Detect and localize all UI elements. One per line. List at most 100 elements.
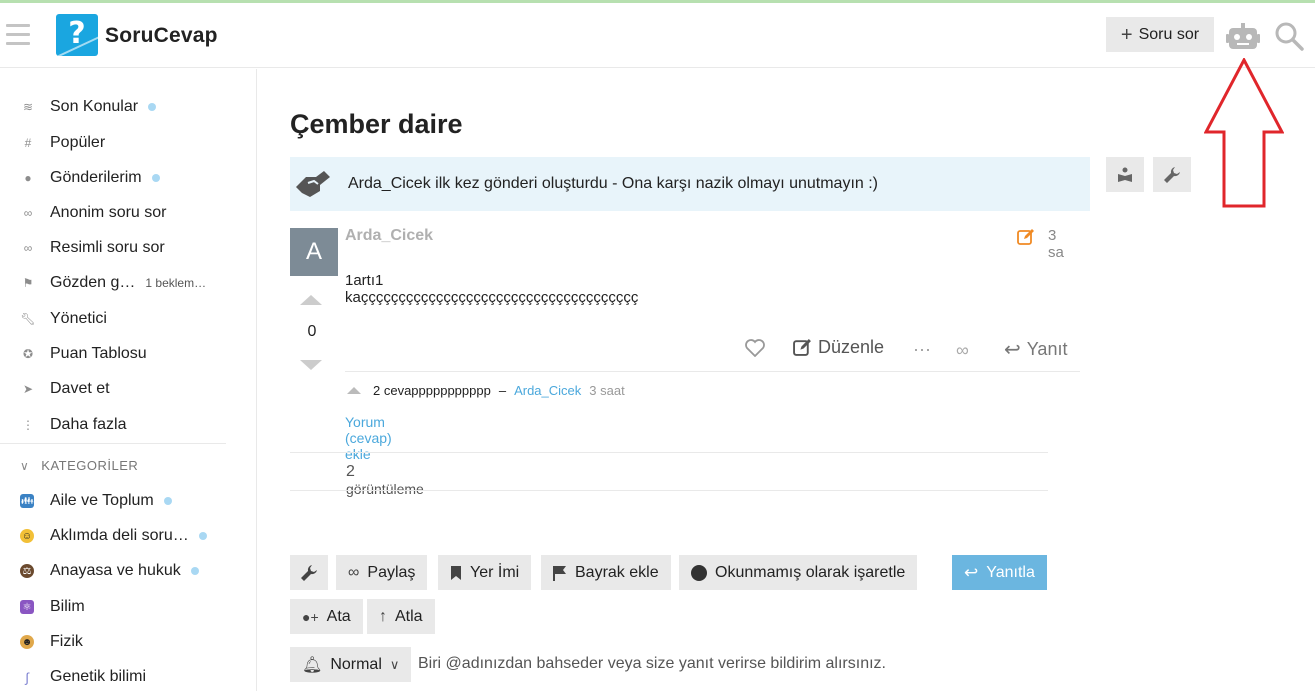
circle-icon (691, 564, 707, 581)
post-time[interactable]: 3 sa (1048, 227, 1064, 261)
robot-icon[interactable] (1226, 23, 1260, 51)
topic-reply-button[interactable]: ↩ Yanıtla (952, 555, 1047, 590)
sidebar-item-label: Son Konular (50, 98, 139, 115)
post-username[interactable]: Arda_Cicek (345, 227, 433, 245)
sidebar-item-populer[interactable]: # Popüler (20, 131, 106, 155)
mark-unread-button[interactable]: Okunmamış olarak işaretle (679, 555, 918, 590)
sidebar-category-fizik[interactable]: ☻ Fizik (20, 630, 83, 654)
mark-unread-label: Okunmamış olarak işaretle (715, 563, 906, 581)
sidebar-category-aile-ve-toplum[interactable]: 👪︎ Aile ve Toplum (20, 489, 172, 513)
views-label: görüntüleme (346, 481, 424, 497)
link-icon: ∞ (23, 241, 33, 255)
unread-dot (151, 174, 160, 182)
notification-level-dropdown[interactable]: 🔔︎ Normal ∨ (290, 647, 412, 682)
reply-arrow-icon: ↩ (964, 562, 979, 582)
sidebar-item-label: Anonim soru sor (50, 204, 167, 221)
sidebar-item-label: Resimli soru sor (50, 239, 165, 256)
first-post-notice: Arda_Cicek ilk kez gönderi oluşturdu - O… (290, 157, 1090, 211)
bookmark-button[interactable]: Yer İmi (438, 555, 532, 590)
sidebar-item-son-konular[interactable]: ≋ Son Konular (20, 95, 157, 119)
logo-question-mark: ? (68, 16, 86, 51)
categories-toggle[interactable]: ∨ KATEGORİLER (20, 458, 138, 473)
edit-icon (793, 339, 811, 356)
views-stat: 2 görüntüleme (346, 463, 424, 497)
user-plus-icon: ●+ (302, 608, 319, 625)
sidebar-item-label: Gözden g… (50, 274, 136, 291)
sidebar-item-gonderilerim[interactable]: ● Gönderilerim (20, 166, 160, 190)
bookmark-icon (451, 565, 461, 580)
sidebar-item-puan-tablosu[interactable]: ✪ Puan Tablosu (20, 342, 147, 366)
judge-icon: ⚖ (20, 564, 34, 578)
comment-upvote-icon[interactable] (347, 387, 361, 394)
comment-author-link[interactable]: Arda_Cicek (514, 383, 581, 398)
sidebar-category-aklimda-deli-soru[interactable]: ☺ Aklımda deli soru… (20, 524, 207, 548)
sidebar-item-label: Davet et (50, 380, 110, 397)
reply-label: Yanıt (1026, 339, 1068, 359)
sidebar-category-genetik-bilimi[interactable]: ∫ Genetik bilimi (20, 665, 146, 689)
site-header: ? SoruCevap + Soru sor (0, 3, 1315, 68)
sidebar-item-resimli-soru-sor[interactable]: ∞ Resimli soru sor (20, 236, 165, 260)
sidebar-divider (0, 443, 226, 444)
admin-wrench-button[interactable] (1153, 157, 1191, 192)
logo-mark[interactable]: ? (56, 14, 98, 56)
handshake-icon (296, 171, 330, 197)
edit-history-icon[interactable] (1017, 228, 1035, 246)
link-icon: ∞ (348, 563, 360, 581)
flag-button[interactable]: Bayrak ekle (541, 555, 671, 590)
reply-arrow-icon: ↩ (1004, 339, 1021, 361)
search-icon[interactable] (1274, 21, 1304, 51)
post-divider (345, 371, 1080, 372)
sidebar-item-davet-et[interactable]: ➤ Davet et (20, 377, 110, 401)
topic-map-button[interactable] (1106, 157, 1144, 192)
sidebar-item-daha-fazla[interactable]: ⋮ Daha fazla (20, 413, 127, 437)
logo-text[interactable]: SoruCevap (105, 24, 218, 48)
skip-button[interactable]: ↑ Atla (367, 599, 435, 634)
wrench-icon (301, 564, 317, 581)
share-button[interactable]: ∞ Paylaş (336, 555, 428, 590)
hamburger-menu-icon[interactable] (6, 24, 30, 46)
more-actions-button[interactable]: ··· (913, 339, 931, 360)
sidebar-category-bilim[interactable]: ⚛ Bilim (20, 595, 85, 619)
link-icon: ∞ (956, 340, 969, 360)
award-icon: ✪ (22, 347, 34, 361)
sidebar-item-label: Puan Tablosu (50, 345, 147, 362)
copy-link-button[interactable]: ∞ (956, 340, 969, 361)
assign-button[interactable]: ●+ Ata (290, 599, 363, 634)
layers-icon: ≋ (22, 100, 34, 114)
like-button[interactable] (745, 339, 765, 357)
category-label: Bilim (50, 598, 85, 615)
ask-question-button[interactable]: + Soru sor (1106, 17, 1214, 52)
post-reply-button[interactable]: ↩ Yanıt (1004, 337, 1067, 362)
category-label: Genetik bilimi (50, 668, 147, 685)
heart-icon (745, 339, 765, 357)
notification-description: Biri @adınızdan bahseder veya size yanıt… (418, 655, 886, 672)
link-icon: ∞ (23, 206, 33, 220)
hash-icon: # (24, 136, 32, 150)
flag-icon (553, 565, 566, 581)
topic-title[interactable]: Çember daire (290, 109, 463, 140)
sidebar-category-anayasa-ve-hukuk[interactable]: ⚖ Anayasa ve hukuk (20, 559, 199, 583)
edit-button[interactable]: Düzenle (793, 337, 884, 358)
sidebar-item-review[interactable]: ⚑ Gözden g… 1 beklem… (20, 271, 206, 295)
sidebar: ≋ Son Konular # Popüler ● Gönderilerim ∞… (0, 69, 257, 691)
sidebar-item-yonetici[interactable]: 🔧︎ Yönetici (20, 307, 107, 331)
sidebar-item-label: Yönetici (50, 310, 107, 327)
arrow-up-icon: ↑ (379, 607, 387, 625)
category-label: Anayasa ve hukuk (50, 562, 181, 579)
share-label: Paylaş (367, 563, 416, 581)
downvote-arrow-icon[interactable] (300, 360, 322, 370)
bell-icon: 🔔︎ (302, 656, 323, 674)
ellipsis-icon: ··· (913, 339, 931, 359)
add-comment-link[interactable]: Yorum (cevap) ekle (345, 414, 392, 462)
skip-label: Atla (395, 607, 423, 625)
sidebar-item-anonim-soru-sor[interactable]: ∞ Anonim soru sor (20, 201, 167, 225)
chevron-down-icon: ∨ (389, 656, 400, 672)
ask-question-label: Soru sor (1138, 25, 1200, 43)
more-vertical-icon: ⋮ (22, 418, 34, 432)
scientist-icon: ☻ (20, 635, 34, 649)
sidebar-item-label: Daha fazla (50, 416, 127, 433)
category-label: Aile ve Toplum (50, 492, 154, 509)
avatar[interactable]: A (290, 228, 338, 276)
upvote-arrow-icon[interactable] (300, 295, 322, 305)
admin-actions-button[interactable] (290, 555, 328, 590)
